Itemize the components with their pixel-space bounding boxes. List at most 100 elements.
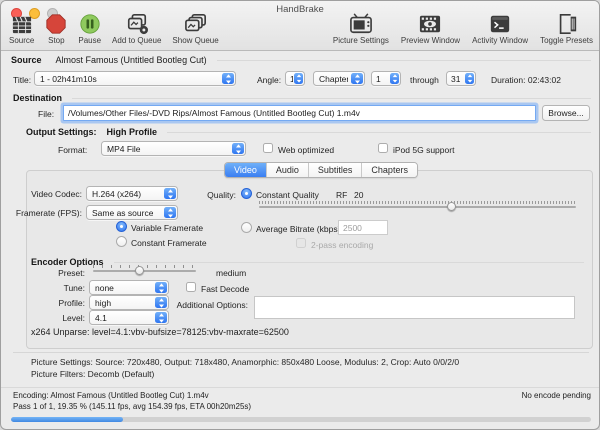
- toolbar-add-to-queue-button[interactable]: Add to Queue: [112, 13, 161, 45]
- output-tabs: Video Audio Subtitles Chapters: [224, 162, 418, 178]
- toolbar-picture-settings-button[interactable]: Picture Settings: [333, 13, 389, 45]
- popup-arrows-icon: [232, 143, 244, 154]
- toolbar-preview-window-label: Preview Window: [401, 36, 460, 45]
- constant-quality-label: Constant Quality: [256, 190, 319, 200]
- level-label: Level:: [10, 313, 85, 323]
- rf-label: RF: [336, 190, 347, 200]
- toolbar-activity-window-label: Activity Window: [472, 36, 528, 45]
- preset-value: medium: [216, 268, 246, 278]
- slider-ticks: [259, 201, 576, 204]
- toolbar-source-label: Source: [9, 36, 34, 45]
- toolbar-source-button[interactable]: Source: [9, 15, 34, 45]
- format-label: Format:: [58, 145, 87, 155]
- picture-settings-summary: Picture Settings: Source: 720x480, Outpu…: [31, 357, 459, 367]
- quality-label: Quality:: [161, 190, 236, 200]
- toolbar-toggle-presets-button[interactable]: Toggle Presets: [540, 13, 593, 45]
- tab-subtitles[interactable]: Subtitles: [308, 163, 362, 177]
- toolbar-preview-window-button[interactable]: Preview Window: [401, 13, 460, 45]
- avg-bitrate-input[interactable]: [338, 220, 388, 235]
- fast-decode-checkbox[interactable]: [186, 282, 196, 292]
- output-settings-heading-row: Output Settings: High Profile: [26, 127, 591, 137]
- popup-arrows-icon: [351, 73, 363, 84]
- popup-arrows-icon: [164, 207, 176, 218]
- profile-label: Profile:: [10, 298, 85, 308]
- toolbar-activity-window-button[interactable]: Activity Window: [472, 13, 528, 45]
- popup-arrows-icon: [222, 73, 234, 84]
- preset-slider[interactable]: [93, 265, 196, 276]
- handbrake-window: HandBrake Source Stop: [0, 0, 600, 430]
- angle-label: Angle:: [257, 75, 281, 85]
- toolbar-toggle-presets-label: Toggle Presets: [540, 36, 593, 45]
- format-select[interactable]: MP4 File: [101, 141, 246, 156]
- section-rule: [114, 262, 584, 263]
- through-label: through: [410, 75, 439, 85]
- tab-chapters[interactable]: Chapters: [361, 163, 417, 177]
- tune-select[interactable]: none: [89, 280, 169, 295]
- average-bitrate-radio[interactable]: [241, 222, 252, 233]
- web-optimized-checkbox[interactable]: [263, 143, 273, 153]
- clapperboard-icon: [11, 15, 33, 35]
- slider-ticks: [93, 265, 196, 268]
- terminal-icon: [489, 13, 511, 35]
- tab-video[interactable]: Video: [225, 163, 266, 177]
- constant-framerate-radio[interactable]: [116, 236, 127, 247]
- tab-audio[interactable]: Audio: [266, 163, 308, 177]
- average-bitrate-label: Average Bitrate (kbps):: [256, 224, 343, 234]
- popup-arrows-icon: [155, 312, 167, 323]
- ipod-support-label: iPod 5G support: [393, 145, 454, 155]
- variable-framerate-radio[interactable]: [116, 221, 127, 232]
- toolbar-show-queue-button[interactable]: Show Queue: [172, 13, 218, 45]
- preset-label: Preset:: [10, 268, 85, 278]
- quality-slider[interactable]: [259, 201, 576, 212]
- title-select[interactable]: 1 - 02h41m10s: [34, 71, 236, 86]
- browse-button[interactable]: Browse...: [542, 105, 590, 121]
- toolbar-pause-label: Pause: [78, 36, 101, 45]
- drawer-icon: [555, 13, 579, 35]
- chapter-end-select[interactable]: 31: [446, 71, 476, 86]
- web-optimized-label: Web optimized: [278, 145, 334, 155]
- framerate-select[interactable]: Same as source: [86, 205, 178, 220]
- framerate-label: Framerate (FPS):: [7, 208, 82, 218]
- two-pass-label: 2-pass encoding: [311, 240, 373, 250]
- status-divider: [1, 387, 600, 388]
- slider-track: [93, 270, 196, 272]
- toolbar-left: Source Stop Pause: [9, 13, 219, 45]
- quality-slider-thumb[interactable]: [447, 202, 456, 211]
- variable-framerate-label: Variable Framerate: [131, 223, 203, 233]
- encode-progress-bar: [11, 417, 591, 422]
- toolbar-stop-button[interactable]: Stop: [45, 13, 67, 45]
- pause-circle-icon: [79, 13, 101, 35]
- destination-heading-row: Destination: [13, 93, 591, 103]
- preset-slider-thumb[interactable]: [135, 266, 144, 275]
- output-preset-name: High Profile: [107, 127, 158, 137]
- encode-pass-text: Pass 1 of 1, 19.35 % (145.11 fps, avg 15…: [13, 402, 251, 411]
- range-mode-select[interactable]: Chapters: [313, 71, 365, 86]
- output-settings-heading: Output Settings:: [26, 127, 97, 137]
- encode-progress-fill: [11, 417, 123, 422]
- popup-arrows-icon: [294, 73, 303, 84]
- stop-octagon-icon: [45, 13, 67, 35]
- popup-arrows-icon: [465, 73, 474, 84]
- toolbar-right: Picture Settings Preview Window: [333, 13, 593, 45]
- destination-file-input[interactable]: [63, 105, 536, 121]
- constant-quality-radio[interactable]: [241, 188, 252, 199]
- file-label: File:: [38, 109, 54, 119]
- title-bar: HandBrake Source Stop: [1, 1, 599, 51]
- angle-select[interactable]: 1: [285, 71, 305, 86]
- slider-track: [259, 206, 576, 208]
- toolbar-pause-button[interactable]: Pause: [78, 13, 101, 45]
- film-eye-icon: [418, 13, 442, 35]
- section-rule: [217, 60, 591, 61]
- level-select[interactable]: 4.1: [89, 310, 169, 325]
- ipod-support-checkbox[interactable]: [378, 143, 388, 153]
- chapter-start-select[interactable]: 1: [371, 71, 401, 86]
- video-codec-label: Video Codec:: [7, 189, 82, 199]
- summary-divider: [13, 352, 589, 353]
- additional-options-input[interactable]: [254, 296, 575, 319]
- photos-stack-icon: [184, 13, 208, 35]
- section-rule: [72, 98, 591, 99]
- source-heading-row: Source Almost Famous (Untitled Bootleg C…: [11, 55, 591, 65]
- toolbar-picture-settings-label: Picture Settings: [333, 36, 389, 45]
- photos-gear-icon: [125, 13, 149, 35]
- encoding-status-text: Encoding: Almost Famous (Untitled Bootle…: [13, 391, 209, 400]
